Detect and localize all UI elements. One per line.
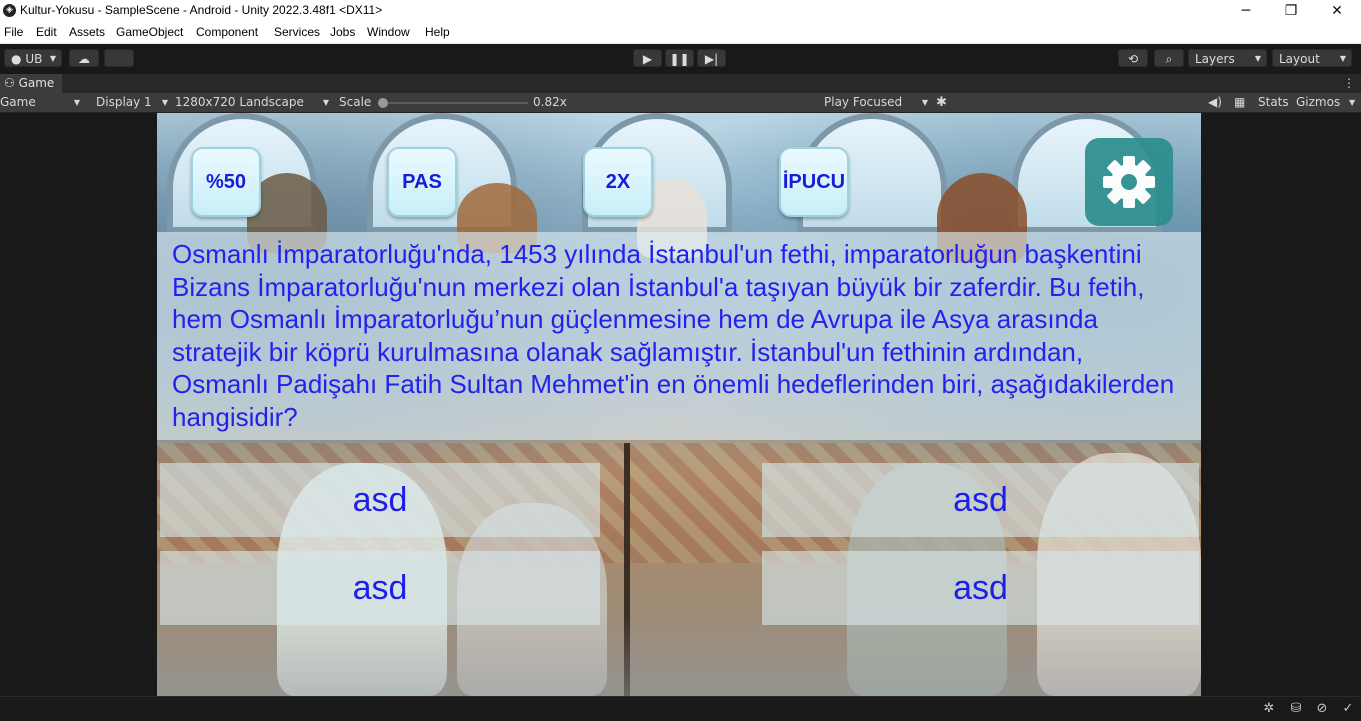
chevron-down-icon: ▼ [161, 98, 168, 107]
tab-game[interactable]: ⚇ Game [0, 74, 63, 93]
progress-check-icon[interactable]: ✓ [1340, 701, 1356, 717]
account-icon: ● [11, 52, 22, 66]
menu-component[interactable]: Component [196, 25, 258, 39]
unity-logo-icon: ◈ [3, 4, 16, 17]
scale-label: Scale [339, 95, 372, 109]
chevron-down-icon: ▼ [1339, 54, 1346, 63]
chevron-down-icon: ▼ [49, 54, 56, 63]
more-options-icon[interactable]: ⋮ [1343, 74, 1355, 93]
menu-bar: File Edit Assets GameObject Component Se… [0, 23, 1361, 44]
menu-help[interactable]: Help [425, 25, 450, 39]
search-icon: ⌕ [1165, 52, 1173, 66]
menu-assets[interactable]: Assets [69, 25, 105, 39]
menu-jobs[interactable]: Jobs [330, 25, 355, 39]
chevron-down-icon: ▼ [1254, 54, 1261, 63]
layers-label: Layers [1195, 52, 1235, 66]
scale-value: 0.82x [533, 95, 567, 109]
slider-handle[interactable] [378, 98, 388, 108]
debug-off-icon[interactable]: ✲ [1261, 701, 1277, 717]
answer-button-d[interactable]: asd [762, 551, 1199, 625]
menu-file[interactable]: File [4, 25, 23, 39]
pause-icon: ❚❚ [669, 52, 690, 66]
resolution-dropdown[interactable]: 1280x720 Landscape ▼ [175, 93, 329, 112]
pause-button[interactable]: ❚❚ [665, 49, 694, 67]
window-title: Kultur-Yokusu - SampleScene - Android - … [20, 3, 383, 17]
close-button[interactable]: ✕ [1314, 0, 1360, 23]
cache-server-icon[interactable]: ⛁ [1288, 701, 1304, 717]
play-icon: ▶ [642, 52, 653, 66]
display-dropdown[interactable]: Display 1 ▼ [96, 93, 168, 112]
gizmos-button[interactable]: Gizmos [1296, 93, 1340, 112]
auto-generate-lighting-icon[interactable]: ⊘ [1314, 701, 1330, 717]
menu-edit[interactable]: Edit [36, 25, 57, 39]
layers-dropdown[interactable]: Layers ▼ [1188, 49, 1267, 67]
play-button[interactable]: ▶ [633, 49, 662, 67]
step-button[interactable]: ▶| [697, 49, 726, 67]
stats-button[interactable]: Stats [1258, 93, 1289, 112]
tab-game-label: Game [18, 76, 55, 90]
menu-window[interactable]: Window [367, 25, 410, 39]
menu-gameobject[interactable]: GameObject [116, 25, 183, 39]
title-bar: ◈ Kultur-Yokusu - SampleScene - Android … [0, 0, 1361, 23]
cloud-icon: ☁ [78, 52, 90, 66]
pass-button[interactable]: PAS [387, 147, 457, 217]
game-mode-label: Game [0, 95, 36, 109]
grid-icon[interactable]: ▦ [1234, 93, 1245, 112]
scale-slider[interactable] [378, 93, 528, 112]
play-mode-dropdown[interactable]: Play Focused ▼ [824, 93, 928, 112]
main-toolbar: ● UB ▼ ☁ ▶ ❚❚ ▶| ⟲ ⌕ Layers ▼ Layout ▼ [0, 44, 1361, 73]
chevron-down-icon: ▼ [73, 98, 80, 107]
collab-button[interactable] [104, 49, 134, 67]
question-panel: Osmanlı İmparatorluğu'nda, 1453 yılında … [157, 232, 1201, 440]
history-icon: ⟲ [1127, 52, 1139, 66]
menu-services[interactable]: Services [274, 25, 320, 39]
floor [157, 613, 1201, 696]
answer-button-a[interactable]: asd [160, 463, 600, 537]
layout-label: Layout [1279, 52, 1320, 66]
bug-icon[interactable]: ✱ [936, 93, 947, 112]
status-bar: ✲ ⛁ ⊘ ✓ [0, 696, 1361, 721]
panel-tab-bar: ⚇ Game ⋮ [0, 74, 1361, 93]
chevron-down-icon[interactable]: ▼ [1349, 93, 1355, 112]
account-dropdown[interactable]: ● UB ▼ [4, 49, 62, 67]
search-button[interactable]: ⌕ [1154, 49, 1184, 67]
settings-button[interactable] [1085, 138, 1173, 226]
layout-dropdown[interactable]: Layout ▼ [1272, 49, 1352, 67]
game-mode-dropdown[interactable]: Game ▼ [0, 93, 84, 112]
step-icon: ▶| [704, 52, 719, 66]
audio-icon[interactable]: ◀) [1208, 93, 1222, 112]
question-text: Osmanlı İmparatorluğu'nda, 1453 yılında … [172, 239, 1175, 432]
chevron-down-icon: ▼ [921, 98, 928, 107]
minimize-button[interactable]: ─ [1223, 0, 1269, 23]
history-button[interactable]: ⟲ [1118, 49, 1148, 67]
gamepad-icon: ⚇ [4, 76, 15, 90]
game-view-toolbar: Game ▼ Display 1 ▼ 1280x720 Landscape ▼ … [0, 93, 1361, 113]
answer-button-c[interactable]: asd [160, 551, 600, 625]
gear-icon [1103, 156, 1155, 208]
hint-button[interactable]: İPUCU [779, 147, 849, 217]
display-label: Display 1 [96, 95, 152, 109]
double-button[interactable]: 2X [583, 147, 653, 217]
resolution-label: 1280x720 Landscape [175, 95, 304, 109]
account-label: UB [25, 52, 43, 66]
restore-button[interactable]: ❐ [1268, 0, 1314, 23]
chevron-down-icon: ▼ [322, 98, 329, 107]
cloud-button[interactable]: ☁ [69, 49, 99, 67]
answer-button-b[interactable]: asd [762, 463, 1199, 537]
slider-track [378, 102, 528, 104]
play-mode-label: Play Focused [824, 95, 903, 109]
fifty-percent-button[interactable]: %50 [191, 147, 261, 217]
game-viewport: %50 PAS 2X İPUCU Osmanlı İmparatorluğu'n… [157, 113, 1201, 696]
